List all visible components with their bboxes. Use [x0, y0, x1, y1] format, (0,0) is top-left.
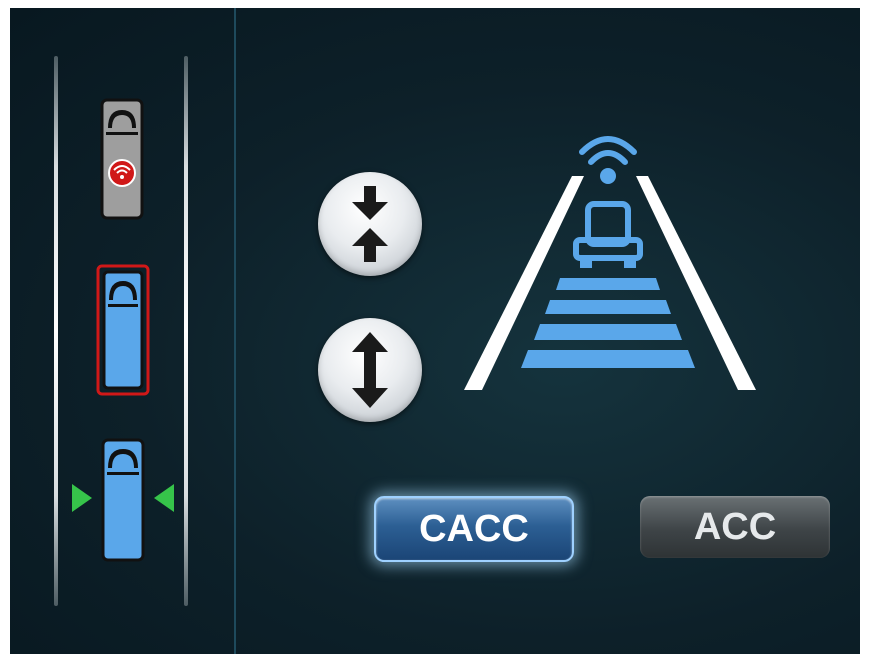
- cacc-mode-button[interactable]: CACC: [374, 496, 574, 562]
- ego-truck: [96, 264, 150, 396]
- arrows-converge-icon: [352, 186, 388, 262]
- gap-increase-button[interactable]: [318, 318, 422, 422]
- acc-mode-button[interactable]: ACC: [640, 496, 830, 558]
- lane-line-left: [54, 56, 58, 606]
- following-truck: [68, 436, 178, 564]
- arrows-diverge-icon: [352, 332, 388, 408]
- acc-mode-label: ACC: [693, 505, 777, 548]
- lead-truck: [100, 98, 144, 220]
- platooning-screen: CACC ACC: [10, 8, 860, 654]
- left-indicator-arrow-icon: [72, 484, 92, 512]
- cacc-mode-label: CACC: [419, 507, 529, 550]
- wifi-badge-icon: [108, 159, 136, 187]
- lane-line-right: [184, 56, 188, 606]
- gap-decrease-button[interactable]: [318, 172, 422, 276]
- wifi-icon: [579, 136, 637, 184]
- cacc-road-icon: [464, 136, 756, 390]
- right-indicator-arrow-icon: [154, 484, 174, 512]
- vehicle-rear-icon: [573, 201, 643, 268]
- panel-divider: [234, 8, 236, 654]
